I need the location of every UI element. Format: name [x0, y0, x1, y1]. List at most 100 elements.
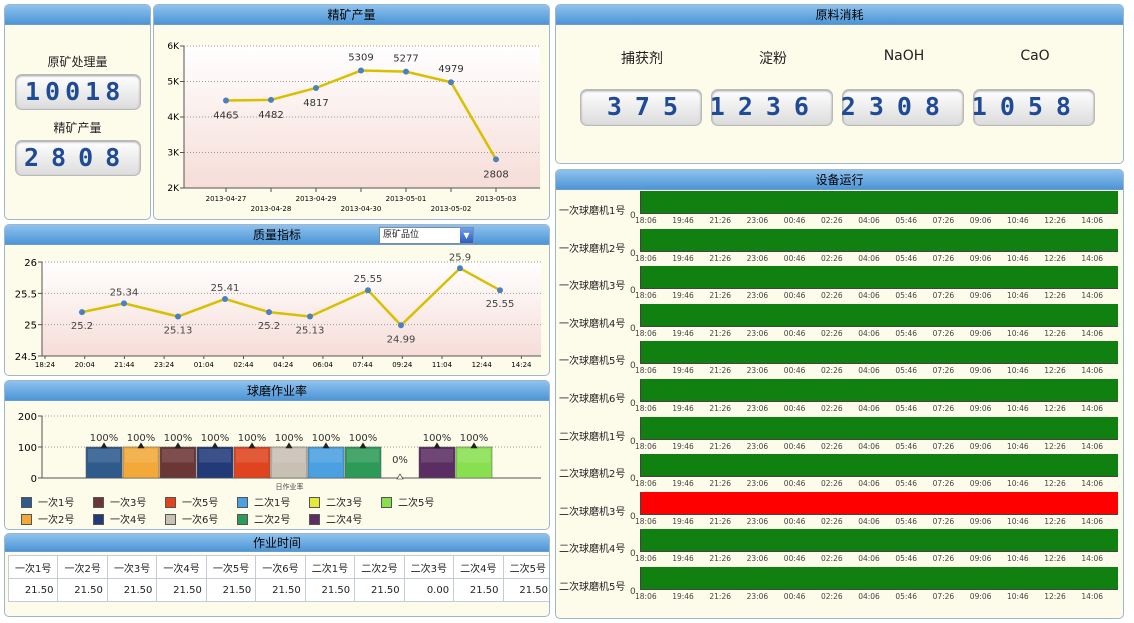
quality-select[interactable]: 原矿品位 ▼: [379, 227, 474, 244]
equipment-time-label: 02:26: [821, 216, 843, 225]
mill-data-label: 100%: [423, 433, 452, 444]
production-point: [403, 68, 409, 75]
quality-point: [365, 287, 371, 294]
consumption-value-2: 2308: [840, 92, 953, 121]
mill-data-label: 100%: [275, 433, 304, 444]
quality-data-label: 25.2: [71, 321, 93, 332]
legend-label: 二次2号: [254, 515, 291, 526]
equipment-time-label: 07:26: [932, 291, 955, 301]
equipment-time-label: 10:46: [1007, 441, 1029, 451]
legend-item[interactable]: 一次5号: [165, 494, 218, 509]
equipment-time-label: 09:06: [969, 366, 992, 376]
equipment-time-label: 14:06: [1081, 479, 1104, 489]
concentrate-value: 2808: [24, 143, 133, 172]
legend-label: 一次4号: [110, 515, 147, 526]
equipment-time-label: 10:46: [1007, 328, 1029, 338]
quality-xtick-label: 12:44: [472, 361, 493, 369]
equipment-time-label: 19:46: [672, 592, 694, 601]
consumption-value-3: 1058: [971, 92, 1084, 121]
production-ytick-label: 3K: [167, 149, 180, 159]
quality-data-label: 25.55: [354, 274, 383, 285]
equipment-time-label: 18:06: [635, 441, 657, 451]
chevron-down-icon[interactable]: ▼: [460, 228, 473, 243]
legend-label: 一次6号: [182, 515, 219, 526]
legend-item[interactable]: 一次2号: [21, 511, 74, 526]
legend-label: 一次5号: [182, 498, 219, 509]
equipment-row: 二次球磨机1号 0 18:06 19:46 21:26 23:06 00:46 02:26 04…: [556, 416, 1122, 454]
equipment-time-label: 21:26: [709, 253, 732, 263]
production-data-label: 4817: [303, 98, 328, 109]
quality-ytick-label: 24.5: [15, 352, 37, 363]
equipment-name: 二次球磨机2号: [559, 469, 626, 481]
equipment-time-label: 18:06: [635, 516, 657, 526]
raw-ore-value: 10018: [25, 77, 126, 106]
equipment-time-axis: 18:06 19:46 21:26 23:06 00:46 02:26 04:06 05:46…: [635, 216, 1118, 226]
mill-ytick-label: 0: [31, 474, 37, 485]
legend-swatch: [309, 514, 320, 525]
production-title: 精矿产量: [154, 5, 549, 25]
legend-item[interactable]: 一次6号: [165, 511, 218, 526]
legend-label: 二次1号: [254, 498, 291, 509]
production-xtick-label: 2013-05-01: [386, 195, 427, 203]
equipment-time-label: 09:06: [969, 441, 992, 451]
legend-item[interactable]: 二次3号: [309, 494, 362, 509]
legend-swatch: [21, 497, 32, 508]
legend-label: 一次2号: [38, 515, 75, 526]
equipment-time-label: 02:26: [821, 516, 843, 526]
equipment-status-bar: [640, 228, 1118, 252]
consumption-title: 原料消耗: [556, 5, 1123, 25]
mill-data-label: 100%: [164, 433, 193, 444]
quality-xtick-label: 18:24: [35, 361, 56, 369]
equipment-time-label: 23:06: [746, 554, 769, 564]
equipment-time-label: 00:46: [783, 516, 806, 526]
equipment-time-label: 00:46: [783, 404, 806, 413]
equipment-status-bar: [640, 567, 1118, 590]
mill-data-label: 100%: [460, 433, 489, 444]
consumption-label-2: NaOH: [883, 48, 925, 64]
production-panel: 精矿产量 2K 3K 4K 5K 6K 2013-04-27 2013-04-28 2013-…: [153, 4, 550, 220]
equipment-time-label: 21:26: [709, 404, 732, 413]
production-point: [223, 97, 229, 104]
quality-point: [266, 309, 272, 316]
legend-item[interactable]: 一次4号: [93, 511, 146, 526]
equipment-time-label: 07:26: [932, 516, 955, 526]
equipment-row: 二次球磨机5号 0 18:06 19:46 21:26 23:06 00:46 02:26 04…: [556, 567, 1122, 604]
work-time-table: 一次1号 一次2号 一次3号 一次4号 一次5号 一次6号 二次1号 二次2号 二次3号 二次4号…: [7, 555, 549, 602]
mill-x-label: 日作业率: [276, 482, 304, 491]
equipment-time-label: 05:46: [895, 404, 918, 413]
equipment-time-label: 04:06: [858, 441, 880, 451]
equipment-time-label: 18:06: [635, 253, 657, 263]
legend-item[interactable]: 二次5号: [381, 494, 434, 509]
equipment-time-label: 19:46: [672, 291, 694, 301]
mill-ytick-label: 100: [18, 443, 37, 454]
equipment-time-label: 12:26: [1044, 291, 1066, 301]
work-time-cell: 21.50: [57, 578, 108, 602]
legend-item[interactable]: 二次4号: [309, 511, 362, 526]
production-ytick-label: 4K: [167, 113, 180, 123]
equipment-time-label: 19:46: [672, 366, 694, 376]
equipment-time-label: 18:06: [635, 216, 657, 225]
quality-data-label: 25.9: [449, 252, 471, 263]
equipment-row: 一次球磨机3号 0 18:06 19:46 21:26 23:06 00:46 02:26 04…: [556, 266, 1122, 303]
equipment-time-axis: 18:06 19:46 21:26 23:06 00:46 02:26 04:06 05:46…: [635, 516, 1118, 527]
equipment-row: 一次球磨机1号 0 18:06 19:46 21:26 23:06 00:46 02:26 04…: [556, 191, 1122, 228]
equipment-time-label: 00:46: [783, 328, 806, 338]
legend-swatch: [21, 514, 32, 525]
equipment-status-bar: [640, 529, 1118, 553]
quality-data-label: 24.99: [387, 334, 416, 345]
legend-item[interactable]: 二次2号: [237, 511, 290, 526]
equipment-time-label: 21:26: [709, 516, 732, 526]
equipment-time-label: 18:06: [635, 404, 657, 413]
equipment-time-label: 12:26: [1044, 404, 1066, 413]
equipment-name: 一次球磨机5号: [559, 356, 626, 368]
summary-panel-header: [5, 5, 150, 25]
equipment-time-label: 02:26: [821, 366, 843, 376]
equipment-time-label: 14:06: [1081, 441, 1104, 451]
legend-item[interactable]: 一次1号: [21, 494, 74, 509]
legend-item[interactable]: 二次1号: [237, 494, 290, 509]
work-time-header: 一次2号: [57, 555, 108, 579]
legend-item[interactable]: 一次3号: [93, 494, 146, 509]
equipment-time-label: 18:06: [635, 291, 657, 301]
mill-bar-highlight: [458, 449, 490, 463]
equipment-time-label: 19:46: [672, 253, 694, 263]
